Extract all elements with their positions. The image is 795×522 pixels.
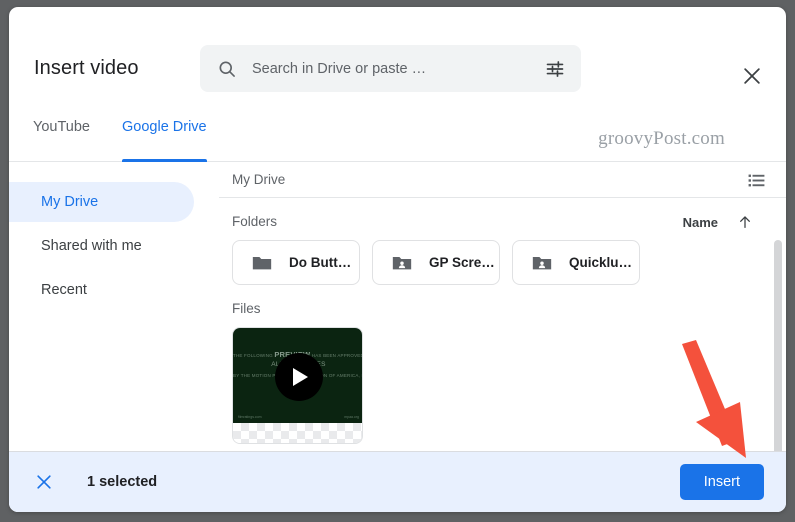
folder-chip[interactable]: GP Scre… <box>372 240 500 285</box>
files-section-label: Files <box>232 301 261 316</box>
watermark: groovyPost.com <box>598 128 725 149</box>
search-icon <box>217 59 237 79</box>
tab-bar: YouTube Google Drive groovyPost.com <box>9 114 786 162</box>
video-card-footer <box>233 423 362 443</box>
tab-google-drive-label: Google Drive <box>122 119 207 135</box>
close-icon[interactable] <box>34 472 54 492</box>
dialog-body: My Drive Shared with me Recent My Drive <box>9 162 786 466</box>
sidebar-item-label: My Drive <box>41 194 99 210</box>
dialog-header: Insert video <box>9 7 786 114</box>
insert-video-dialog: Insert video Search in Drive or paste … … <box>9 7 786 512</box>
shared-folder-icon <box>531 252 553 274</box>
tab-youtube-label: YouTube <box>33 119 90 135</box>
tune-icon[interactable] <box>545 59 565 79</box>
content-scrollbar[interactable] <box>774 240 782 456</box>
files-row: THE FOLLOWING PREVIEW HAS BEEN APPROVED … <box>232 327 786 444</box>
search-bar[interactable] <box>200 45 581 92</box>
play-icon[interactable] <box>274 352 323 401</box>
sidebar-item-label: Shared with me <box>41 238 142 254</box>
play-triangle <box>293 367 308 386</box>
content-pane: My Drive Folders Name Do Butt… GP Scre… … <box>219 162 786 466</box>
sidebar-item-my-drive[interactable]: My Drive <box>9 182 194 222</box>
thumbnail-text: THE FOLLOWING <box>233 353 275 358</box>
screenshot-root: Insert video Search in Drive or paste … … <box>0 0 795 522</box>
folder-chip-label: GP Scre… <box>429 255 495 270</box>
folders-row: Do Butt… GP Scre… Quicklu… <box>232 240 786 285</box>
folder-chip-label: Quicklu… <box>569 255 633 270</box>
thumbnail-text: HAS BEEN APPROVED FOR <box>311 353 363 358</box>
page-title: Insert video <box>34 57 139 79</box>
breadcrumb-bar: My Drive <box>219 162 786 198</box>
folder-chip[interactable]: Quicklu… <box>512 240 640 285</box>
folder-chip[interactable]: Do Butt… <box>232 240 360 285</box>
thumbnail-footer-right: mpaa.org <box>344 415 359 419</box>
breadcrumb[interactable]: My Drive <box>232 172 285 187</box>
video-file-card[interactable]: THE FOLLOWING PREVIEW HAS BEEN APPROVED … <box>232 327 363 444</box>
sidebar-item-label: Recent <box>41 282 87 298</box>
file-browser-scroll-region: Folders Name Do Butt… GP Scre… Quicklu… … <box>219 198 786 466</box>
shared-folder-icon <box>391 252 413 274</box>
scrollbar-thumb[interactable] <box>774 240 782 456</box>
thumbnail-footer-left: filmratings.com <box>238 415 262 419</box>
selection-bottom-bar: 1 selected Insert <box>9 451 786 512</box>
sidebar-item-recent[interactable]: Recent <box>9 270 194 310</box>
video-thumbnail: THE FOLLOWING PREVIEW HAS BEEN APPROVED … <box>233 328 363 425</box>
folder-icon <box>251 252 273 274</box>
list-view-icon[interactable] <box>747 171 766 190</box>
sort-label: Name <box>682 214 718 230</box>
tab-google-drive[interactable]: Google Drive <box>122 115 207 162</box>
sidebar: My Drive Shared with me Recent <box>9 162 219 466</box>
tab-youtube[interactable]: YouTube <box>33 115 90 161</box>
search-input[interactable] <box>252 60 545 77</box>
arrow-up-icon <box>737 214 753 230</box>
sort-control[interactable]: Name <box>683 214 753 230</box>
insert-button[interactable]: Insert <box>679 464 764 500</box>
folder-chip-label: Do Butt… <box>289 255 352 270</box>
close-icon[interactable] <box>741 65 763 87</box>
selection-count: 1 selected <box>87 474 158 490</box>
sidebar-item-shared-with-me[interactable]: Shared with me <box>9 226 194 266</box>
